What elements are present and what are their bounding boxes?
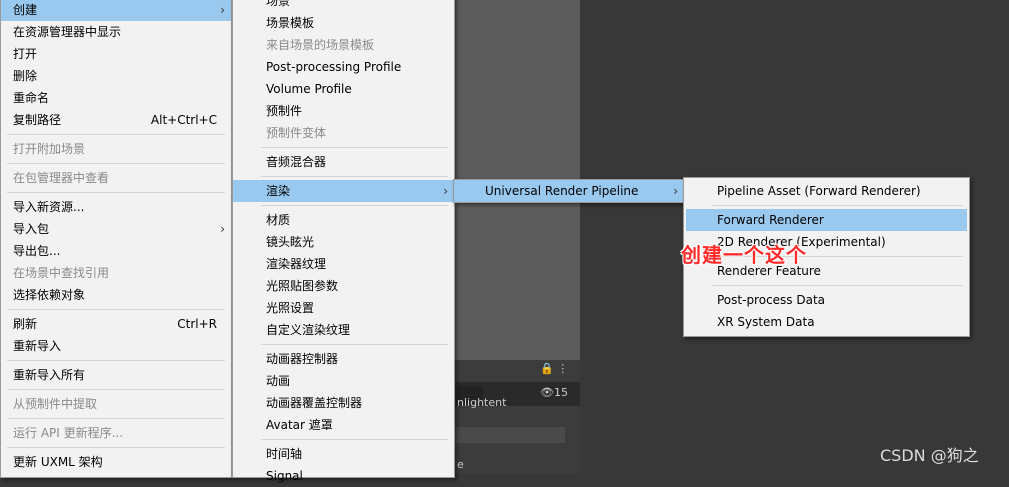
menu-separator (7, 389, 225, 390)
menu-item-audio-mixer[interactable]: 音频混合器 (233, 151, 454, 173)
menu-item-forward-renderer[interactable]: Forward Renderer (686, 209, 967, 231)
menu-item-rename[interactable]: 重命名 (1, 87, 231, 109)
menu-item-lightmap-parameters[interactable]: 光照贴图参数 (233, 275, 454, 297)
menu-item-timeline[interactable]: 时间轴 (233, 443, 454, 465)
menu-separator (7, 134, 225, 135)
menu-item-select-dependencies[interactable]: 选择依赖对象 (1, 284, 231, 306)
menu-item-scene-template[interactable]: 场景模板 (233, 12, 454, 34)
menu-separator (261, 344, 448, 345)
context-menu-rendering: Universal Render Pipeline › (453, 179, 685, 203)
menu-item-import-new-asset[interactable]: 导入新资源... (1, 196, 231, 218)
menu-item-pipeline-asset[interactable]: Pipeline Asset (Forward Renderer) (684, 180, 969, 202)
menu-item-avatar-mask[interactable]: Avatar 遮罩 (233, 414, 454, 436)
menu-item-animator-override-controller[interactable]: 动画器覆盖控制器 (233, 392, 454, 414)
menu-separator (712, 285, 963, 286)
menu-item-refresh[interactable]: 刷新 Ctrl+R (1, 313, 231, 335)
menu-item-xr-system-data[interactable]: XR System Data (684, 311, 969, 333)
menu-item-run-api-updater[interactable]: 运行 API 更新程序... (1, 422, 231, 444)
menu-item-material[interactable]: 材质 (233, 209, 454, 231)
menu-item-post-processing-profile[interactable]: Post-processing Profile (233, 56, 454, 78)
menu-item-reimport-all[interactable]: 重新导入所有 (1, 364, 231, 386)
menu-separator (7, 192, 225, 193)
context-menu-create: 场景 场景模板 来自场景的场景模板 Post-processing Profil… (232, 0, 455, 483)
menu-item-prefab-variant[interactable]: 预制件变体 (233, 122, 454, 144)
menu-separator (7, 360, 225, 361)
menu-item-signal[interactable]: Signal (233, 465, 454, 487)
menu-item-import-package[interactable]: 导入包 › (1, 218, 231, 240)
menu-separator (261, 205, 448, 206)
menu-item-update-uxml-schema[interactable]: 更新 UXML 架构 (1, 451, 231, 473)
chevron-right-icon: › (220, 222, 225, 236)
menu-item-show-in-explorer[interactable]: 在资源管理器中显示 (1, 21, 231, 43)
partial-label: e (457, 458, 464, 471)
menu-separator (261, 176, 448, 177)
menu-separator (7, 418, 225, 419)
shortcut-label: Ctrl+R (177, 317, 217, 331)
menu-separator (261, 147, 448, 148)
menu-separator (261, 439, 448, 440)
menu-item-render-texture[interactable]: 渲染器纹理 (233, 253, 454, 275)
lock-icon[interactable]: 🔒 ⋮ (540, 362, 568, 375)
chevron-right-icon: › (220, 3, 225, 17)
menu-item-prefab[interactable]: 预制件 (233, 100, 454, 122)
menu-item-find-references[interactable]: 在场景中查找引用 (1, 262, 231, 284)
partial-label: nlightent (457, 396, 507, 409)
menu-item-delete[interactable]: 删除 (1, 65, 231, 87)
chevron-right-icon: › (443, 184, 448, 198)
menu-item-scene[interactable]: 场景 (233, 0, 454, 12)
menu-separator (712, 205, 963, 206)
menu-separator (7, 447, 225, 448)
panel-row (455, 427, 565, 443)
menu-item-lens-flare[interactable]: 镜头眩光 (233, 231, 454, 253)
menu-item-open[interactable]: 打开 (1, 43, 231, 65)
shortcut-label: Alt+Ctrl+C (150, 113, 217, 127)
menu-item-rendering[interactable]: 渲染 › (233, 180, 454, 202)
menu-item-animation[interactable]: 动画 (233, 370, 454, 392)
menu-item-scene-template-from-scene[interactable]: 来自场景的场景模板 (233, 34, 454, 56)
chevron-right-icon: › (673, 184, 678, 198)
menu-item-export-package[interactable]: 导出包... (1, 240, 231, 262)
menu-item-create[interactable]: 创建 › (1, 0, 231, 21)
menu-item-view-in-package-manager[interactable]: 在包管理器中查看 (1, 167, 231, 189)
menu-item-animator-controller[interactable]: 动画器控制器 (233, 348, 454, 370)
menu-item-copy-path[interactable]: 复制路径 Alt+Ctrl+C (1, 109, 231, 131)
menu-item-lighting-settings[interactable]: 光照设置 (233, 297, 454, 319)
menu-item-custom-render-texture[interactable]: 自定义渲染纹理 (233, 319, 454, 341)
menu-separator (7, 163, 225, 164)
menu-item-open-additive-scene[interactable]: 打开附加场景 (1, 138, 231, 160)
menu-item-volume-profile[interactable]: Volume Profile (233, 78, 454, 100)
hierarchy-panel (455, 360, 580, 474)
menu-separator (7, 309, 225, 310)
visibility-count[interactable]: 👁15 (540, 386, 568, 399)
menu-item-post-process-data[interactable]: Post-process Data (684, 289, 969, 311)
menu-item-extract-from-prefab[interactable]: 从预制件中提取 (1, 393, 231, 415)
menu-item-reimport[interactable]: 重新导入 (1, 335, 231, 357)
visibility-count-value: 15 (553, 386, 568, 399)
annotation-text: 创建一个这个 (681, 243, 807, 267)
watermark: CSDN @狗之 (880, 446, 979, 465)
menu-item-universal-render-pipeline[interactable]: Universal Render Pipeline › (454, 180, 684, 202)
context-menu-main: 创建 › 在资源管理器中显示 打开 删除 重命名 复制路径 Alt+Ctrl+C 打… (0, 0, 232, 478)
